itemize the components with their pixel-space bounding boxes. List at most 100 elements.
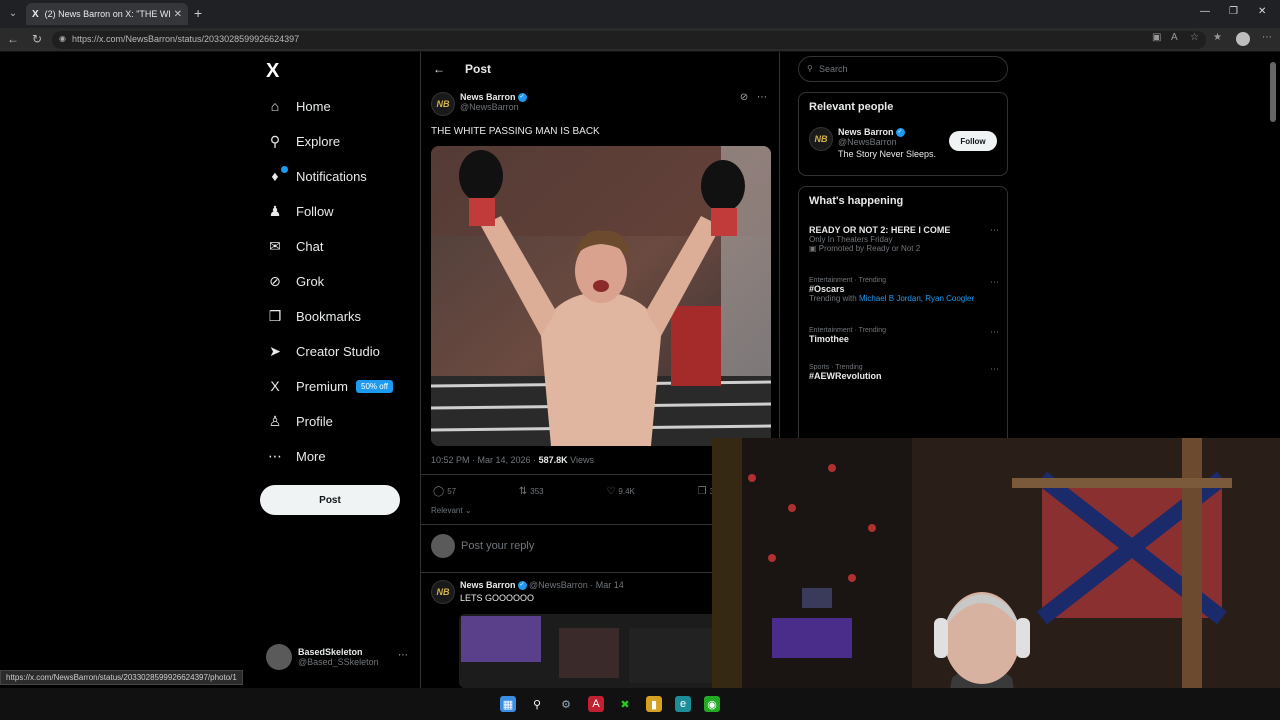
repost-icon: ⇅ (518, 486, 528, 497)
nav-profile[interactable]: ♙ Profile (266, 407, 333, 435)
mail-icon: ✉ (269, 237, 281, 254)
edge-browser-icon[interactable]: e (675, 696, 691, 712)
trend-subtitle: Only In Theaters Friday (809, 235, 893, 244)
reply-sort-dropdown[interactable]: Relevant ⌄ (431, 506, 472, 515)
search-input[interactable]: ⚲ Search (798, 56, 1008, 82)
app-red-icon[interactable]: A (588, 696, 604, 712)
back-arrow-icon[interactable]: ← (7, 32, 19, 46)
post-more-icon[interactable]: ⋯ (757, 92, 767, 103)
grok-explain-icon[interactable]: ⊘ (740, 92, 748, 103)
post-author[interactable]: NB News Barron ✓ @NewsBarron (431, 92, 527, 116)
post-image[interactable] (431, 146, 771, 446)
relevant-person[interactable]: NB News Barron ✓ @NewsBarron The Story Ne… (809, 127, 936, 159)
author-name[interactable]: News Barron (460, 92, 516, 102)
avatar (431, 534, 455, 558)
trend-item[interactable]: Entertainment · Trending #Oscars Trendin… (809, 277, 999, 303)
premium-badge: 50% off (356, 379, 393, 393)
nav-home[interactable]: ⌂ Home (266, 92, 331, 120)
app-install-icon[interactable]: ▣ (1152, 32, 1161, 43)
trend-more-icon[interactable]: ⋯ (990, 364, 999, 375)
new-tab-icon[interactable]: + (194, 5, 202, 21)
post-timestamp[interactable]: 10:52 PM · Mar 14, 2026 · (431, 455, 536, 465)
browser-tab[interactable]: X (2) News Barron on X: "THE WHIT ✕ (26, 3, 188, 25)
author-handle[interactable]: @NewsBarron (460, 102, 527, 112)
repost-count: 353 (530, 487, 544, 496)
post-button[interactable]: Post (260, 485, 400, 515)
tab-list-chevron-icon[interactable]: ⌄ (4, 4, 22, 22)
trend-item[interactable]: Sports · Trending #AEWRevolution ⋯ (809, 364, 999, 381)
trend-item[interactable]: Entertainment · Trending Timothee ⋯ (809, 327, 999, 344)
nav-label: Premium (296, 378, 349, 394)
boxer-photo (431, 146, 771, 446)
person-name[interactable]: News Barron (838, 127, 894, 137)
x-page: X ⌂ Home ⚲ Explore ♦ Notifications ♟ Fol… (0, 52, 1280, 688)
refresh-icon[interactable]: ↻ (32, 32, 42, 46)
trend-links[interactable]: Michael B Jordan, Ryan Coogler (859, 294, 974, 303)
tab-close-icon[interactable]: ✕ (174, 9, 182, 20)
x-favicon-icon: X (32, 8, 39, 20)
trend-item[interactable]: READY OR NOT 2: HERE I COME Only In Thea… (809, 225, 999, 253)
trend-more-icon[interactable]: ⋯ (990, 327, 999, 338)
person-avatar[interactable]: NB (809, 127, 833, 151)
nav-grok[interactable]: ⊘ Grok (266, 267, 324, 295)
page-scrollbar[interactable] (1270, 62, 1276, 122)
reply-input[interactable]: Post your reply (461, 540, 534, 552)
profile-avatar-icon[interactable] (1236, 32, 1250, 46)
favorites-icon[interactable]: ★ (1213, 32, 1222, 43)
repost-button[interactable]: ⇅ 353 (519, 486, 544, 497)
address-toolbar: ← ↻ ◉ https://x.com/NewsBarron/status/20… (0, 28, 1280, 52)
trend-more-icon[interactable]: ⋯ (990, 277, 999, 288)
reply-avatar[interactable]: NB (431, 580, 455, 604)
webcam-overlay (712, 438, 1280, 688)
nav-notifications[interactable]: ♦ Notifications (266, 162, 367, 190)
reply-handle-date: @NewsBarron · Mar 14 (529, 580, 624, 590)
nav-more[interactable]: ⋯ More (266, 442, 326, 470)
nav-bookmarks[interactable]: ❒ Bookmarks (266, 302, 361, 330)
bookmark-icon: ❒ (697, 486, 707, 497)
restore-icon[interactable]: ❐ (1229, 6, 1238, 17)
verified-badge-icon: ✓ (517, 93, 527, 103)
site-info-icon[interactable]: ◉ (59, 34, 66, 43)
account-more-icon[interactable]: ⋯ (398, 650, 408, 661)
nav-creator-studio[interactable]: ➤ Creator Studio (266, 337, 380, 365)
follow-button[interactable]: Follow (949, 131, 997, 151)
nav-follow[interactable]: ♟ Follow (266, 197, 334, 225)
trend-category: Entertainment · Trending (809, 277, 887, 284)
account-switcher[interactable]: BasedSkeleton @Based_SSkeleton (266, 644, 379, 670)
trend-more-icon[interactable]: ⋯ (990, 225, 999, 236)
settings-menu-icon[interactable]: ⋯ (1262, 32, 1272, 43)
x-logo[interactable]: X (266, 60, 279, 83)
reply-image[interactable] (459, 614, 719, 688)
xbox-icon[interactable]: ✖ (617, 696, 633, 712)
author-avatar[interactable]: NB (431, 92, 455, 116)
like-button[interactable]: ♡ 9.4K (606, 486, 634, 497)
views-label: Views (570, 455, 594, 465)
chevron-down-icon: ⌄ (464, 506, 472, 515)
read-aloud-icon[interactable]: A (1171, 32, 1178, 43)
nav-explore[interactable]: ⚲ Explore (266, 127, 340, 155)
window-close-icon[interactable]: ✕ (1258, 6, 1266, 17)
nav-label: Explore (296, 133, 341, 149)
favorite-star-icon[interactable]: ☆ (1190, 32, 1199, 43)
nav-chat[interactable]: ✉ Chat (266, 232, 323, 260)
reply-post[interactable]: NB News Barron ✓ @NewsBarron · Mar 14 LET… (431, 580, 624, 604)
browser-tab-bar: ⌄ X (2) News Barron on X: "THE WHIT ✕ + … (0, 0, 1280, 28)
file-explorer-icon[interactable]: ▮ (646, 696, 662, 712)
panel-title: What's happening (809, 195, 904, 207)
url-field[interactable]: ◉ https://x.com/NewsBarron/status/203302… (52, 31, 1206, 49)
settings-gear-icon[interactable]: ⚙ (558, 696, 574, 712)
reply-author-name[interactable]: News Barron (460, 580, 516, 590)
minimize-icon[interactable]: — (1200, 6, 1210, 17)
nav-premium[interactable]: X Premium 50% off (266, 372, 393, 400)
search-icon[interactable]: ⚲ (529, 696, 545, 712)
taskbar: ▦ ⚲ ⚙ A ✖ ▮ e ◉ (0, 688, 1280, 720)
heart-icon: ♡ (606, 486, 616, 497)
reply-button[interactable]: ◯ 57 (433, 486, 456, 497)
app-green-icon[interactable]: ◉ (704, 696, 720, 712)
windows-start-icon[interactable]: ▦ (500, 696, 516, 712)
nav-label: Profile (296, 413, 333, 429)
add-person-icon: ♟ (268, 202, 282, 219)
tab-title: (2) News Barron on X: "THE WHIT (44, 9, 170, 19)
reply-composer[interactable]: Post your reply (431, 534, 534, 558)
back-arrow-icon[interactable]: ← (433, 62, 445, 76)
